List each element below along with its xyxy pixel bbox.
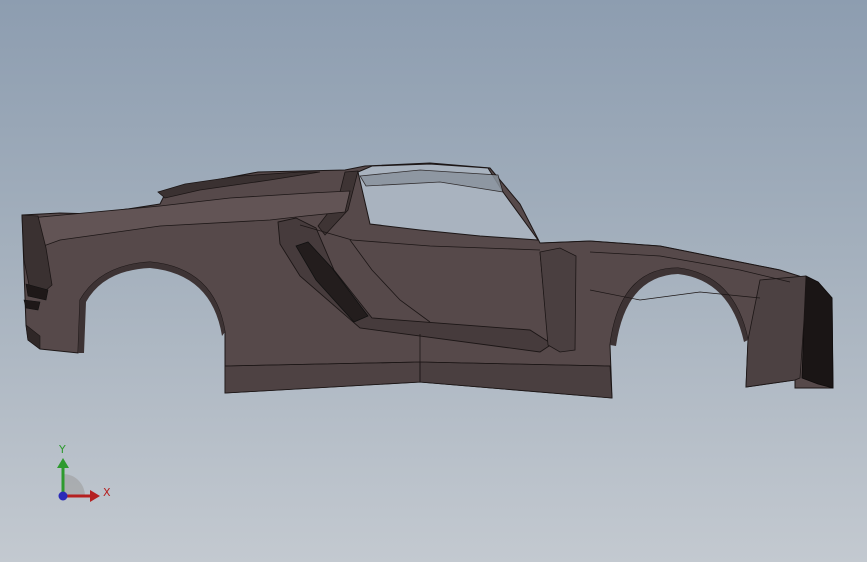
lower-skirt-right: [419, 361, 613, 399]
triad-quadrant: [63, 474, 85, 496]
car-body-model[interactable]: [0, 0, 867, 562]
rear-taillight-panel: [801, 275, 834, 389]
y-axis-label: Y: [59, 443, 66, 456]
y-axis-arrow-icon: [57, 458, 69, 468]
graphics-viewport[interactable]: Y X: [0, 0, 867, 562]
coordinate-triad: [57, 458, 100, 502]
x-axis-arrow-icon: [90, 490, 100, 502]
x-axis-label: X: [103, 486, 111, 499]
z-axis-dot-icon: [58, 491, 68, 501]
